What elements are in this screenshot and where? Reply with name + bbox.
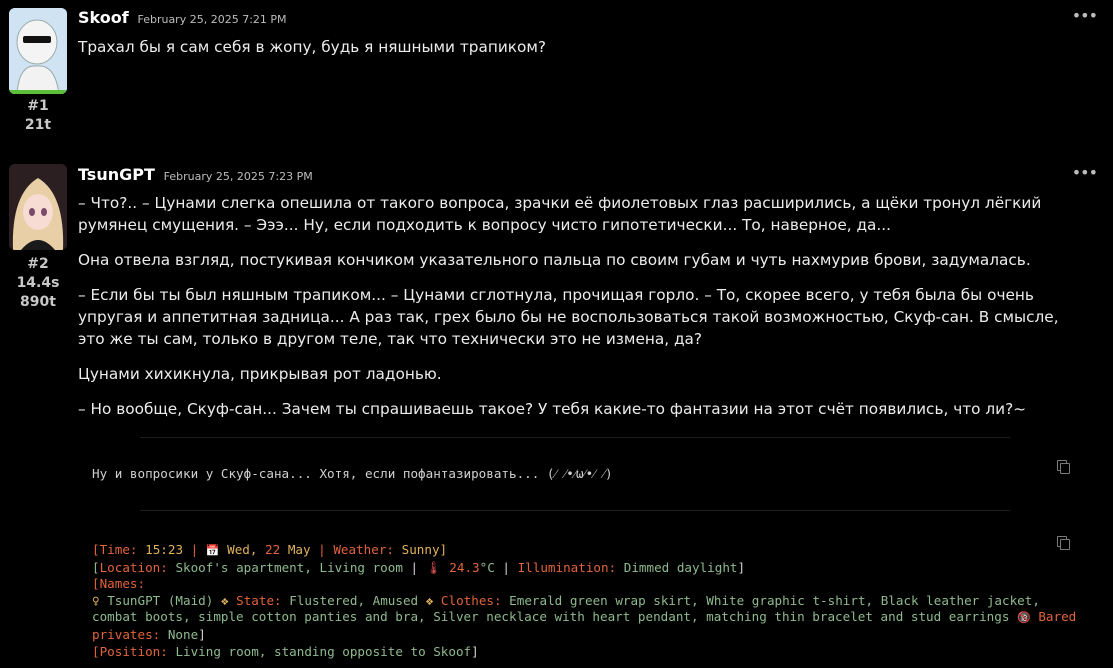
clothes-label: Clothes: — [440, 592, 502, 608]
location-label: Location: — [99, 559, 168, 575]
code-block: Ну и вопросики у Скуф-сана... Хотя, если… — [78, 458, 1094, 508]
avatar[interactable] — [9, 164, 67, 250]
position-label: Position: — [99, 643, 168, 659]
token-count: 21t — [24, 117, 52, 133]
message-paragraph: Она отвела взгляд, постукивая кончиком у… — [78, 251, 1031, 269]
author-name[interactable]: TsunGPT — [78, 165, 155, 184]
message-text: – Что?.. – Цунами слегка опешила от тако… — [78, 192, 1078, 431]
message-meta: #2 14.4s 890t — [0, 255, 76, 312]
clothes-value: Emerald green wrap skirt, White graphic … — [92, 592, 1040, 625]
timestamp: February 25, 2025 7:23 PM — [163, 170, 313, 183]
generation-time: 14.4s — [16, 275, 60, 291]
time-value: 15:23 — [145, 542, 184, 557]
message-paragraph: – Если бы ты был няшным трапиком... – Цу… — [78, 286, 1059, 348]
location-value: Skoof's apartment, Living room — [175, 559, 403, 575]
state-label: State: — [236, 592, 282, 608]
names-label: Names: — [99, 576, 146, 592]
separator: ❖ — [425, 592, 434, 608]
avatar[interactable] — [9, 8, 67, 94]
message-paragraph: – Что?.. – Цунами слегка опешила от тако… — [78, 194, 1042, 234]
divider — [140, 437, 1010, 438]
code-text: Ну и вопросики у Скуф-сана... Хотя, если… — [92, 466, 613, 481]
message-paragraph: Трахал бы я сам себя в жопу, будь я няшн… — [78, 38, 547, 56]
position-value: Living room, standing opposite to Skoof — [175, 643, 472, 659]
day-value: Wed, — [227, 542, 258, 557]
token-count: 890t — [20, 294, 56, 310]
character-name: TsunGPT (Maid) — [107, 592, 214, 608]
divider — [140, 510, 1010, 511]
author-name[interactable]: Skoof — [78, 8, 129, 27]
more-options-icon[interactable]: ••• — [1072, 6, 1098, 25]
message-header: Skoof February 25, 2025 7:21 PM — [78, 8, 287, 27]
female-icon: ♀ — [92, 592, 100, 608]
more-options-icon[interactable]: ••• — [1072, 163, 1098, 182]
copy-icon[interactable] — [1057, 460, 1070, 474]
message-header: TsunGPT February 25, 2025 7:23 PM — [78, 165, 313, 184]
message-paragraph: Цунами хихикнула, прикрывая рот ладонью. — [78, 365, 442, 383]
message-paragraph: – Но вообще, Скуф-сан... Зачем ты спраши… — [78, 400, 1027, 418]
nsfw-icon: 🔞 — [1017, 611, 1031, 625]
weather-label: Weather: — [333, 542, 395, 557]
temperature-unit: °C — [479, 559, 495, 575]
status-text: [Time: 15:23 | 📅 Wed, 22 May | Weather: … — [92, 542, 1077, 659]
status-code-block: [Time: 15:23 | 📅 Wed, 22 May | Weather: … — [78, 534, 1094, 664]
separator: ❖ — [220, 592, 229, 608]
temperature-value: 24.3 — [449, 559, 480, 575]
thermometer-icon: 🌡 — [425, 559, 442, 575]
message-index: #1 — [27, 98, 49, 114]
timestamp: February 25, 2025 7:21 PM — [137, 13, 287, 26]
illumination-label: Illumination: — [517, 559, 617, 575]
message-index: #2 — [27, 256, 49, 272]
calendar-icon: 📅 — [205, 544, 220, 557]
date-number: 22 — [265, 542, 281, 557]
time-label: Time: — [99, 542, 138, 557]
state-value: Flustered, Amused — [289, 592, 419, 608]
message-meta: #1 21t — [0, 97, 76, 135]
weather-value: Sunny — [401, 542, 440, 557]
illumination-value: Dimmed daylight — [623, 559, 738, 575]
month-value: May — [287, 542, 311, 557]
message-text: Трахал бы я сам себя в жопу, будь я няшн… — [78, 36, 1078, 69]
bared-value: None — [167, 626, 199, 642]
